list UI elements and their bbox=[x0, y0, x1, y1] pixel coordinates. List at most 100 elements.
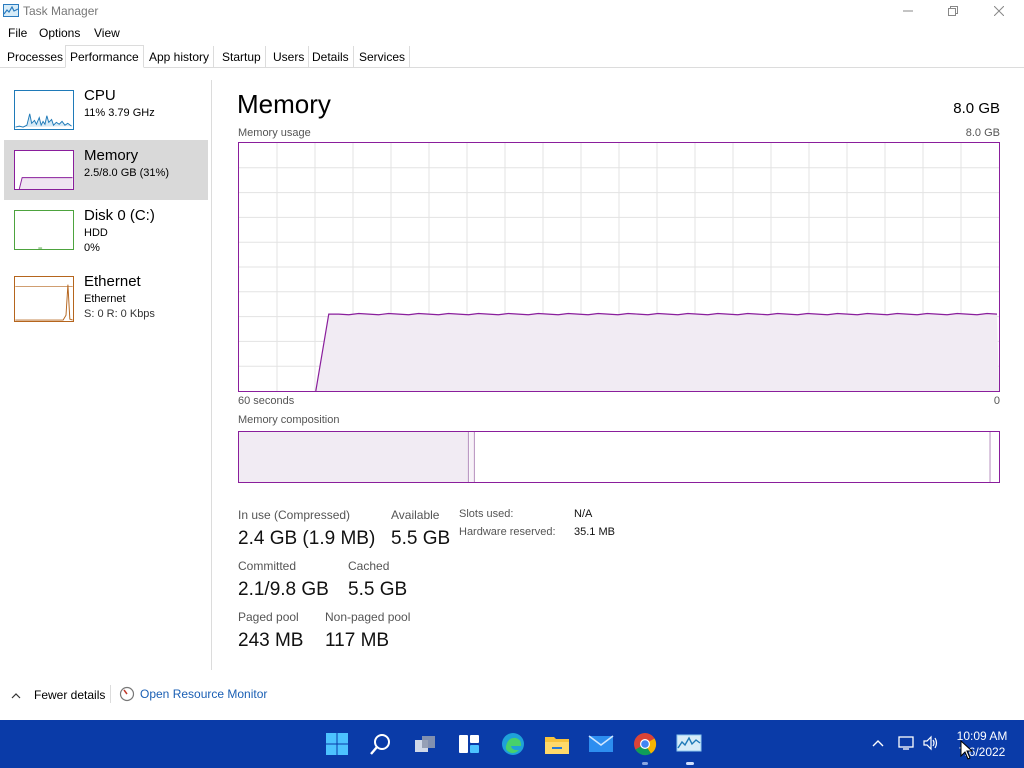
task-manager-app-icon bbox=[3, 4, 19, 17]
memory-usage-graph bbox=[238, 142, 1000, 392]
file-explorer-button[interactable] bbox=[543, 730, 571, 758]
minimize-icon bbox=[903, 10, 913, 12]
paged-pool-value: 243 MB bbox=[238, 630, 304, 651]
volume-tray-button[interactable] bbox=[922, 735, 940, 756]
in-use-label: In use (Compressed) bbox=[238, 508, 351, 522]
mail-button[interactable] bbox=[587, 730, 615, 758]
footer-bar: Fewer details Open Resource Monitor bbox=[0, 683, 600, 707]
paged-pool-label: Paged pool bbox=[238, 610, 299, 624]
cpu-label: CPU bbox=[84, 87, 116, 104]
tab-details[interactable]: Details bbox=[308, 46, 354, 68]
widgets-icon bbox=[459, 735, 479, 753]
menu-view[interactable]: View bbox=[94, 26, 120, 40]
ethernet-label: Ethernet bbox=[84, 273, 141, 290]
show-hidden-icons-button[interactable] bbox=[871, 736, 885, 754]
memory-composition-label: Memory composition bbox=[238, 414, 340, 426]
resource-list: CPU 11% 3.79 GHz Memory 2.5/8.0 GB (31%)… bbox=[0, 80, 212, 670]
tab-strip: Processes Performance App history Startu… bbox=[0, 45, 1024, 68]
start-button[interactable] bbox=[323, 730, 351, 758]
mail-icon bbox=[588, 735, 614, 752]
chevron-up-icon bbox=[11, 693, 21, 699]
clock-time: 10:09 AM bbox=[956, 729, 1008, 743]
disk-usage: 0% bbox=[84, 242, 100, 254]
menu-bar: File Options View bbox=[0, 24, 300, 42]
in-use-value: 2.4 GB (1.9 MB) bbox=[238, 528, 376, 549]
ethernet-throughput: S: 0 R: 0 Kbps bbox=[84, 308, 155, 320]
hardware-reserved-value: 35.1 MB bbox=[574, 526, 615, 538]
available-label: Available bbox=[391, 508, 440, 522]
fewer-details-button[interactable]: Fewer details bbox=[10, 688, 105, 702]
start-icon bbox=[326, 733, 348, 755]
file-explorer-icon bbox=[545, 737, 569, 754]
task-manager-window: Task Manager File Options View Processes… bbox=[0, 0, 1024, 720]
task-manager-taskbar-button[interactable] bbox=[675, 730, 703, 758]
sidebar-item-memory[interactable]: Memory 2.5/8.0 GB (31%) bbox=[4, 140, 208, 200]
slots-used-label: Slots used: bbox=[459, 508, 514, 520]
tab-performance[interactable]: Performance bbox=[65, 45, 144, 68]
restore-button[interactable] bbox=[930, 0, 976, 22]
tab-processes[interactable]: Processes bbox=[3, 46, 69, 68]
tab-startup[interactable]: Startup bbox=[218, 46, 266, 68]
cached-value: 5.5 GB bbox=[348, 579, 408, 600]
memory-thumbnail-graph bbox=[14, 150, 74, 190]
chrome-button[interactable] bbox=[631, 730, 659, 758]
page-title: Memory bbox=[237, 89, 331, 119]
task-manager-running-indicator bbox=[686, 762, 694, 765]
composition-in-use bbox=[239, 432, 469, 482]
available-value: 5.5 GB bbox=[391, 528, 451, 549]
sidebar-item-disk[interactable]: Disk 0 (C:) HDD 0% bbox=[4, 200, 208, 260]
menu-file[interactable]: File bbox=[8, 26, 27, 40]
fewer-details-label: Fewer details bbox=[34, 688, 106, 702]
cpu-thumbnail-graph bbox=[14, 90, 74, 130]
close-icon bbox=[994, 6, 1004, 16]
task-manager-icon bbox=[676, 734, 702, 752]
edge-icon bbox=[502, 733, 524, 755]
edge-button[interactable] bbox=[499, 730, 527, 758]
widgets-button[interactable] bbox=[455, 730, 483, 758]
open-resource-monitor-link[interactable]: Open Resource Monitor bbox=[119, 686, 267, 702]
tab-services[interactable]: Services bbox=[355, 46, 411, 68]
network-icon bbox=[898, 736, 914, 750]
slots-used-value: N/A bbox=[574, 508, 593, 520]
search-button[interactable] bbox=[367, 730, 395, 758]
composition-modified bbox=[469, 432, 475, 482]
mouse-cursor-icon bbox=[960, 740, 974, 760]
title-bar[interactable]: Task Manager bbox=[0, 0, 1024, 22]
memory-usage-max: 8.0 GB bbox=[965, 127, 1000, 139]
ethernet-thumbnail-graph bbox=[14, 276, 74, 322]
cpu-usage: 11% 3.79 GHz bbox=[84, 107, 155, 119]
memory-composition-bar bbox=[238, 431, 1000, 483]
memory-label: Memory bbox=[84, 147, 139, 164]
taskbar-clock[interactable]: 10:09 AM 7/6/2022 bbox=[946, 728, 1018, 760]
memory-total: 8.0 GB bbox=[953, 100, 1000, 117]
non-paged-pool-label: Non-paged pool bbox=[325, 610, 411, 624]
disk-type: HDD bbox=[84, 227, 108, 239]
memory-usage-label: Memory usage bbox=[238, 127, 311, 139]
menu-options[interactable]: Options bbox=[39, 26, 80, 40]
tab-app-history[interactable]: App history bbox=[145, 46, 215, 68]
search-icon bbox=[370, 734, 390, 755]
task-view-button[interactable] bbox=[411, 730, 439, 758]
network-tray-button[interactable] bbox=[898, 735, 916, 756]
ethernet-adapter: Ethernet bbox=[84, 293, 126, 305]
memory-usage: 2.5/8.0 GB (31%) bbox=[84, 167, 169, 179]
sidebar-item-cpu[interactable]: CPU 11% 3.79 GHz bbox=[4, 80, 208, 140]
non-paged-pool-value: 117 MB bbox=[325, 630, 390, 651]
tab-users[interactable]: Users bbox=[269, 46, 310, 68]
taskbar: 10:09 AM 7/6/2022 bbox=[0, 720, 1024, 768]
memory-usage-area bbox=[315, 313, 999, 391]
sidebar-item-ethernet[interactable]: Ethernet Ethernet S: 0 R: 0 Kbps bbox=[4, 266, 208, 326]
clock-date: 7/6/2022 bbox=[958, 745, 1006, 759]
chrome-running-indicator bbox=[642, 762, 648, 765]
resource-monitor-icon bbox=[119, 686, 135, 702]
hardware-reserved-label: Hardware reserved: bbox=[459, 526, 556, 538]
minimize-button[interactable] bbox=[885, 0, 931, 22]
restore-icon bbox=[948, 6, 958, 16]
disk-label: Disk 0 (C:) bbox=[84, 207, 155, 224]
chrome-icon bbox=[634, 733, 657, 756]
task-view-icon bbox=[415, 736, 435, 752]
close-button[interactable] bbox=[976, 0, 1022, 22]
window-title: Task Manager bbox=[23, 4, 99, 18]
committed-value: 2.1/9.8 GB bbox=[238, 579, 329, 600]
graph-time-start: 60 seconds bbox=[238, 395, 295, 407]
